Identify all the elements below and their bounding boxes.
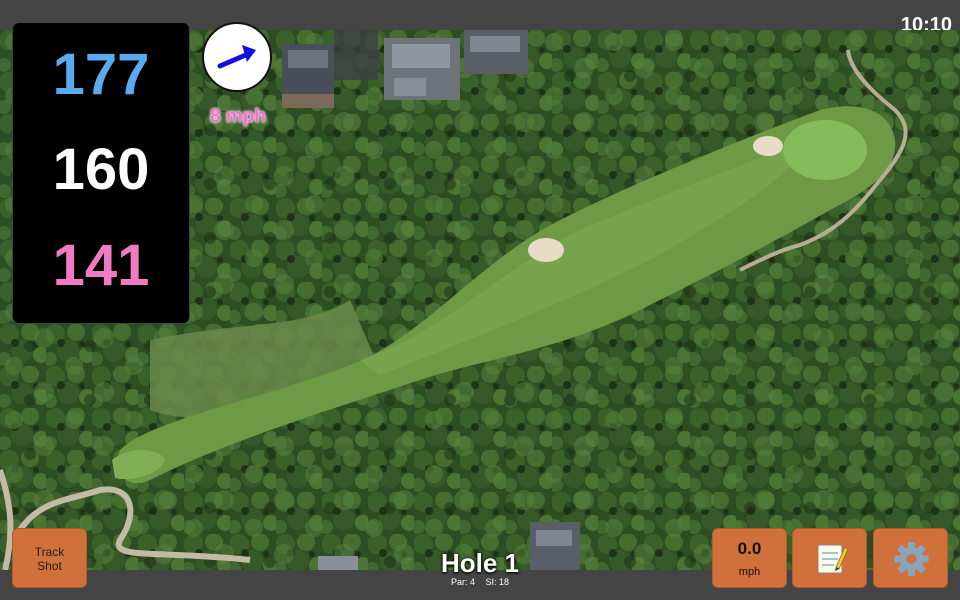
yardage-panel: 177 160 141 [12, 22, 190, 324]
bunker [528, 238, 564, 262]
track-shot-button[interactable]: Track Shot [12, 528, 87, 588]
hole-title: Hole 1 [440, 548, 520, 578]
arrow-right-up-icon [217, 45, 256, 69]
putting-green [783, 120, 867, 180]
middle-yardage: 160 [52, 137, 150, 202]
settings-button[interactable] [873, 528, 948, 588]
house [282, 44, 334, 108]
hole-stroke-index: SI: 18 [485, 577, 510, 587]
wind-direction-indicator [202, 22, 272, 92]
bunker [753, 136, 783, 156]
house [464, 30, 528, 74]
track-shot-label-line2: Shot [37, 559, 62, 573]
back-yardage: 177 [52, 42, 150, 107]
speed-value: 0.0 [737, 539, 762, 558]
speed-button[interactable]: 0.0 mph [712, 528, 787, 588]
gear-icon [894, 542, 929, 576]
front-yardage: 141 [52, 233, 150, 298]
notes-button[interactable] [792, 528, 867, 588]
hole-info: Par: 4 SI: 18 [380, 577, 580, 587]
wind-speed: 8 mph [210, 106, 266, 127]
speed-unit: mph [738, 566, 761, 578]
track-shot-label-line1: Track [34, 545, 65, 559]
house [384, 38, 460, 100]
hole-par: Par: 4 [450, 577, 475, 587]
notepad-icon [817, 544, 849, 574]
